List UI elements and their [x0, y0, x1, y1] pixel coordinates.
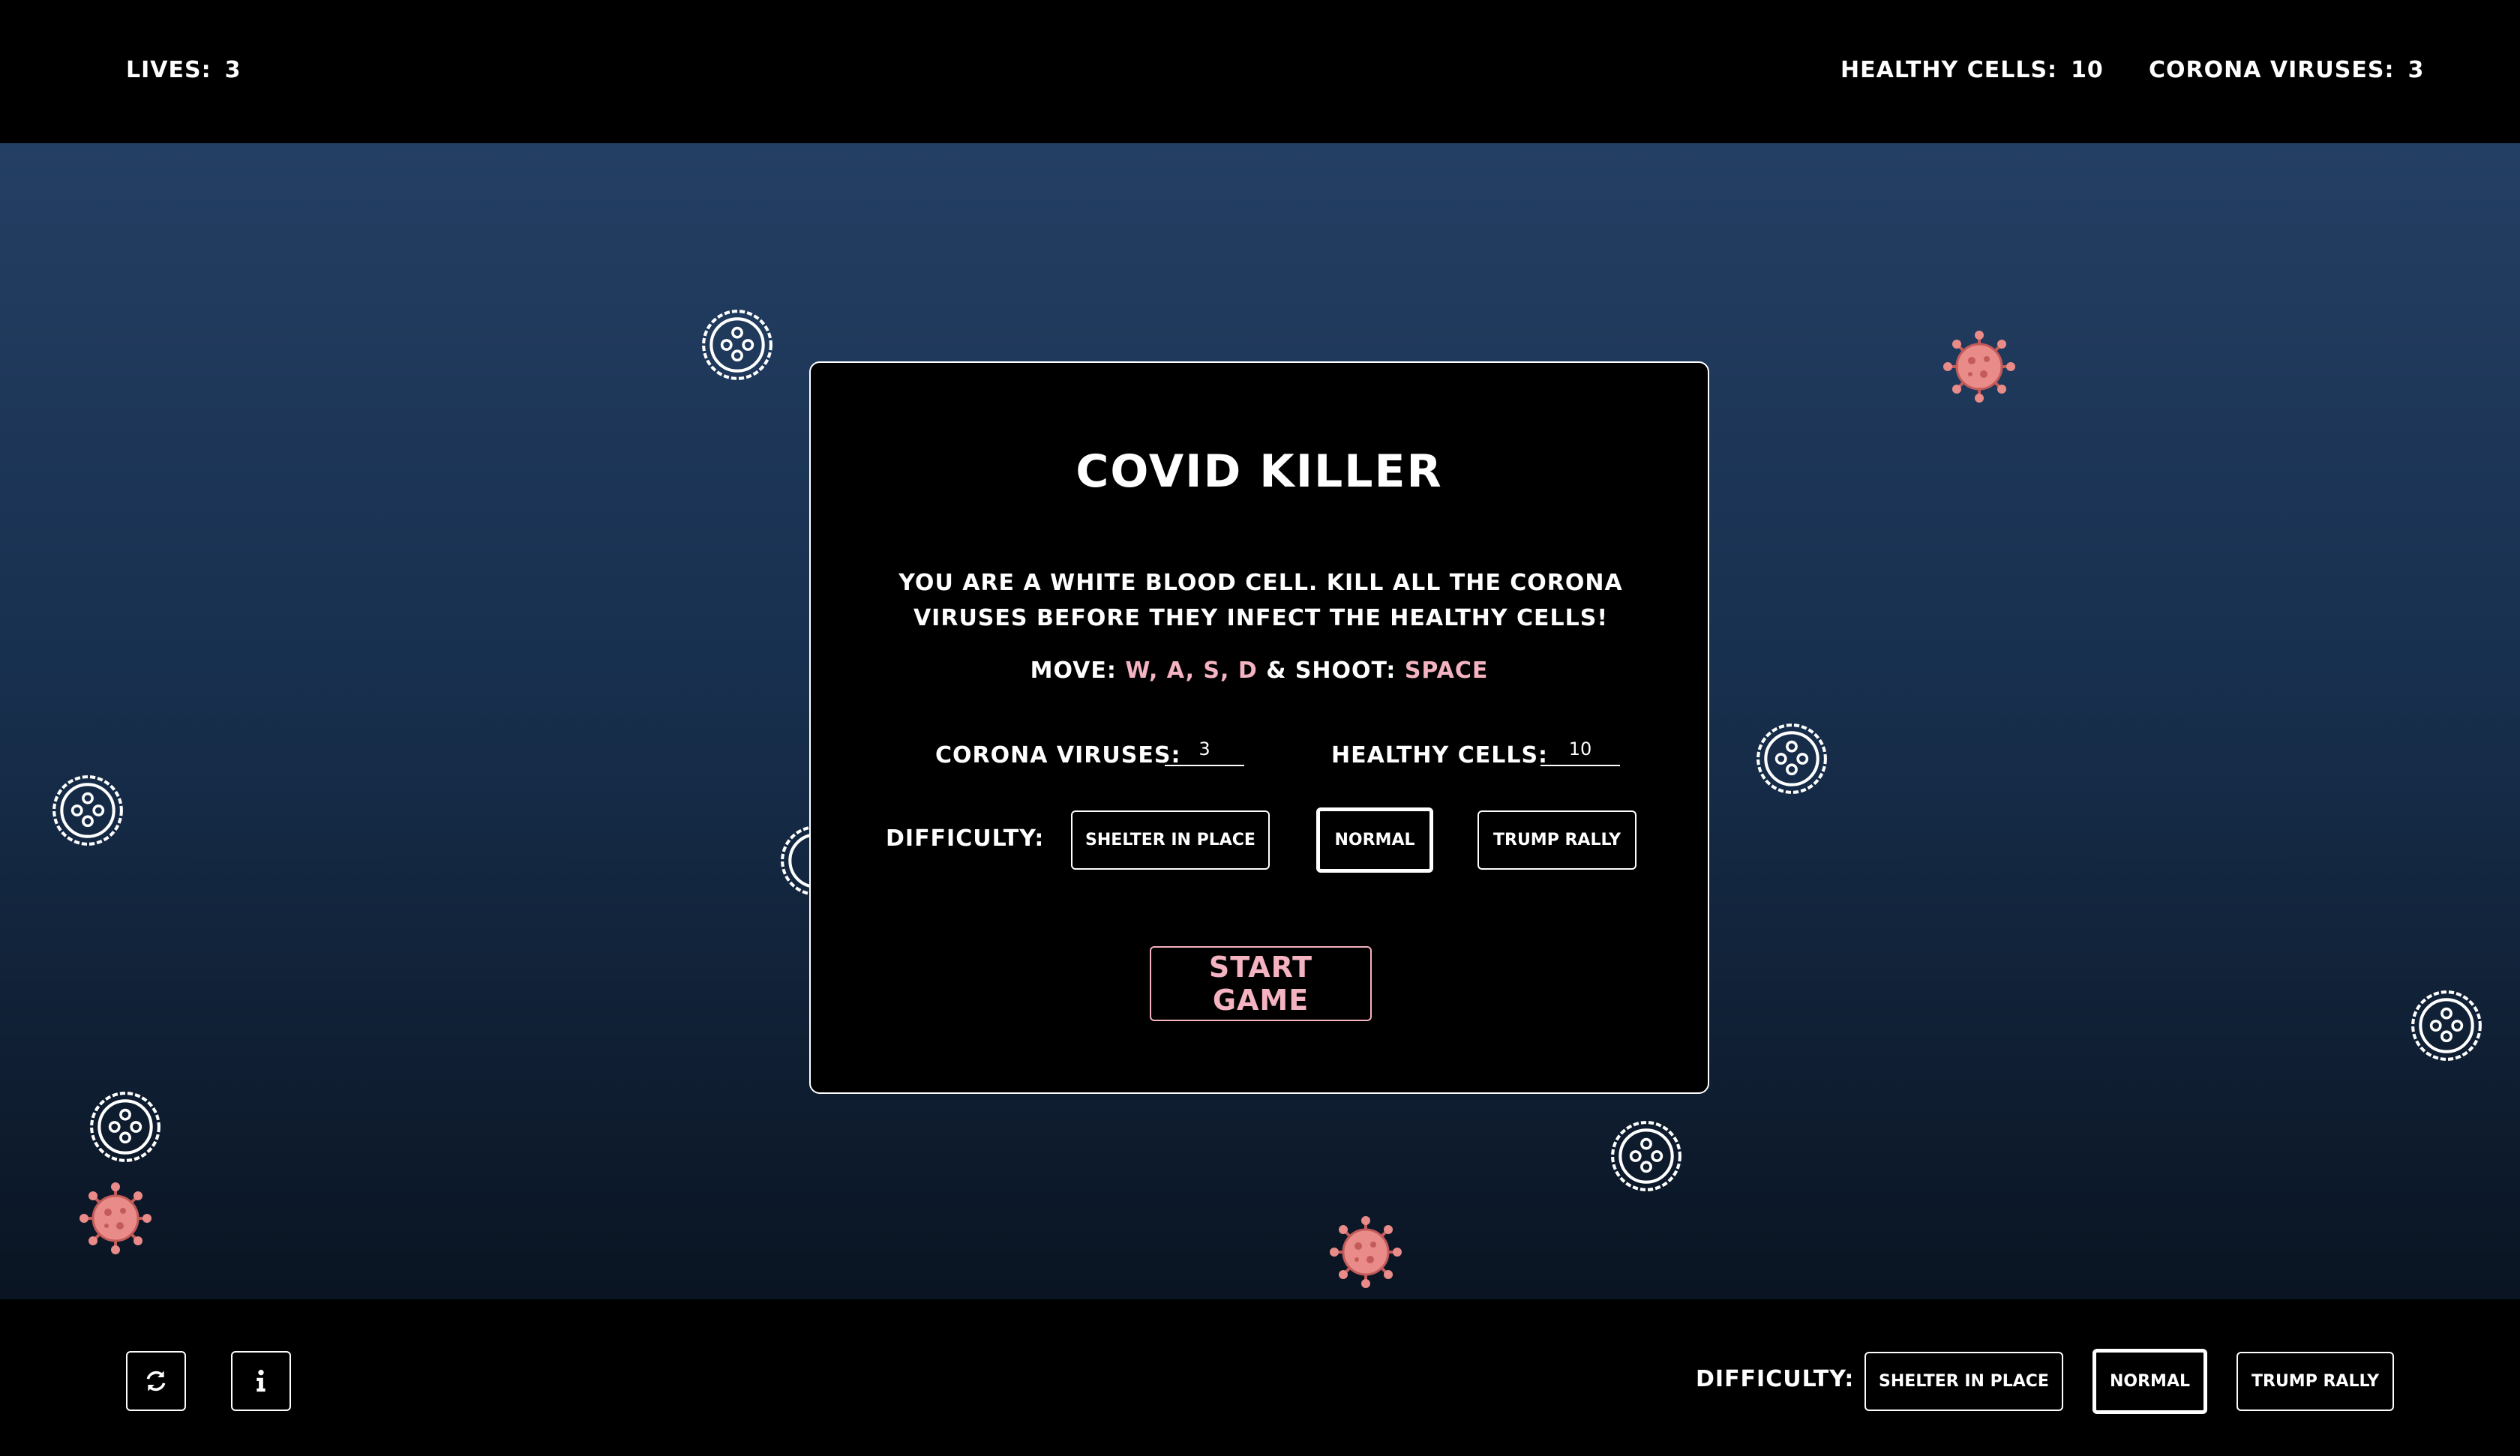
shoot-key: SPACE: [1404, 658, 1489, 684]
footer-difficulty-label: DIFFICULTY:: [1696, 1366, 1855, 1392]
top-hud: LIVES: 3 HEALTHY CELLS: 10 CORONA VIRUSES:…: [0, 0, 2520, 143]
healthy-cells-count-input[interactable]: [1540, 738, 1620, 766]
corona-virus-icon: [80, 1182, 152, 1254]
difficulty-trump-rally-button[interactable]: TRUMP RALLY: [1478, 810, 1636, 870]
white-blood-cell-icon: [90, 1092, 160, 1162]
move-label: MOVE:: [1030, 658, 1126, 684]
shoot-label: & SHOOT:: [1257, 658, 1405, 684]
footer-difficulty-shelter-in-place-button[interactable]: SHELTER IN PLACE: [1864, 1352, 2063, 1411]
difficulty-label: DIFFICULTY:: [886, 825, 1045, 852]
lives-label: LIVES:: [126, 57, 212, 83]
refresh-icon: [146, 1371, 166, 1392]
white-blood-cell-icon: [1611, 1121, 1682, 1191]
game-title: COVID KILLER: [1076, 445, 1443, 498]
cells-setting-label: HEALTHY CELLS:: [1331, 742, 1549, 768]
footer-difficulty-normal-button[interactable]: NORMAL: [2092, 1349, 2207, 1414]
move-keys: W, A, S, D: [1125, 658, 1258, 684]
white-blood-cell-icon: [2411, 990, 2482, 1061]
corona-viruses-label: CORONA VIRUSES:: [2149, 57, 2395, 83]
controls-hint: MOVE: W, A, S, D & SHOOT: SPACE: [811, 658, 1708, 684]
lives-value: 3: [224, 57, 242, 83]
difficulty-shelter-in-place-button[interactable]: SHELTER IN PLACE: [1071, 810, 1270, 870]
white-blood-cell-icon: [1756, 724, 1827, 794]
start-game-modal: COVID KILLER YOU ARE A WHITE BLOOD CELL.…: [809, 361, 1709, 1094]
corona-virus-icon: [1330, 1216, 1402, 1288]
start-game-button[interactable]: START GAME: [1150, 946, 1372, 1021]
corona-virus-icon: [1943, 331, 2015, 403]
healthy-cells-counter: HEALTHY CELLS: 10: [1840, 57, 2104, 83]
white-blood-cell-icon: [52, 775, 123, 846]
difficulty-normal-button[interactable]: NORMAL: [1316, 807, 1433, 873]
corona-viruses-value: 3: [2408, 57, 2425, 83]
restart-button[interactable]: [126, 1351, 186, 1411]
info-button[interactable]: [231, 1351, 291, 1411]
info-icon: [256, 1369, 266, 1392]
healthy-cells-value: 10: [2071, 57, 2104, 83]
bottom-bar: DIFFICULTY: SHELTER IN PLACE NORMAL TRUM…: [0, 1299, 2520, 1456]
corona-viruses-counter: CORONA VIRUSES: 3: [2149, 57, 2424, 83]
healthy-cells-label: HEALTHY CELLS:: [1840, 57, 2058, 83]
viruses-setting-label: CORONA VIRUSES:: [935, 742, 1181, 768]
lives-counter: LIVES: 3: [126, 57, 241, 83]
white-blood-cell-icon: [702, 310, 772, 380]
viruses-count-input[interactable]: [1165, 738, 1244, 766]
game-description: YOU ARE A WHITE BLOOD CELL. KILL ALL THE…: [898, 570, 1623, 631]
footer-difficulty-trump-rally-button[interactable]: TRUMP RALLY: [2236, 1352, 2394, 1411]
